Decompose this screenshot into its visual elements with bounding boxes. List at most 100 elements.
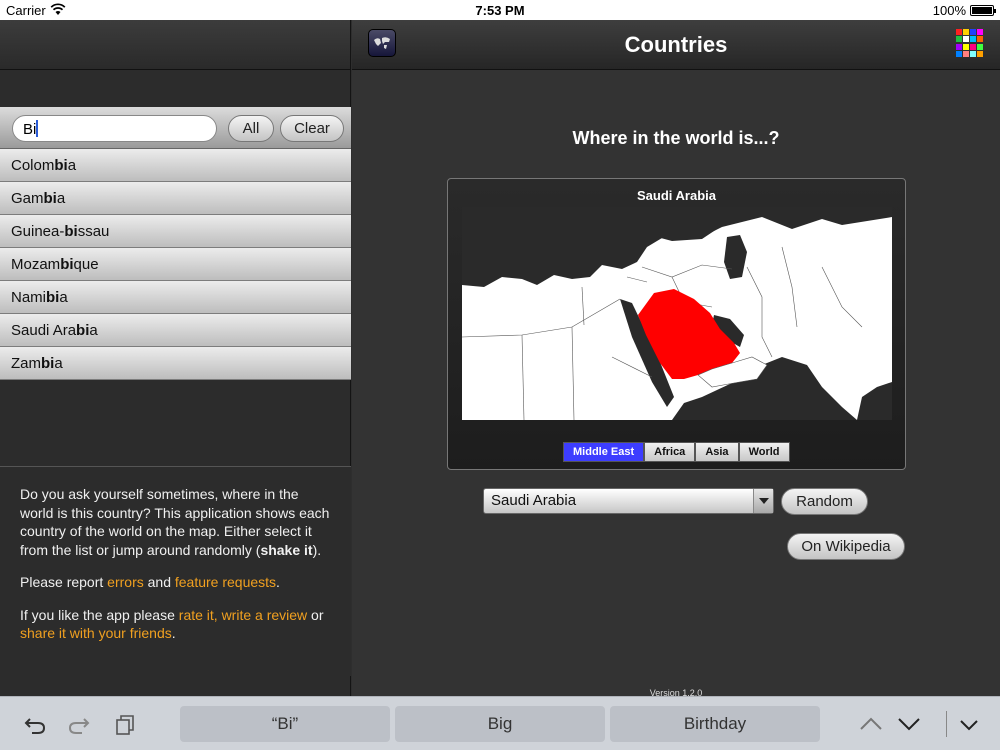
about-text-span: . xyxy=(276,574,280,590)
suggestion-2[interactable]: Big xyxy=(395,706,605,742)
main-navbar: Countries xyxy=(352,20,1000,70)
keyboard-shortcut-bar: “Bi” Big Birthday xyxy=(0,696,1000,750)
results-list: Colombia Gambia Guinea-bissau Mozambique… xyxy=(0,149,351,380)
share-link[interactable]: share it with your friends xyxy=(20,625,172,641)
list-item-text: Gam xyxy=(11,190,44,207)
suggestion-1[interactable]: “Bi” xyxy=(180,706,390,742)
country-dropdown-value: Saudi Arabia xyxy=(491,492,577,509)
battery-icon xyxy=(970,5,996,16)
list-item-text: ssau xyxy=(77,223,110,240)
battery-percent: 100% xyxy=(932,3,966,18)
clear-button[interactable]: Clear xyxy=(280,115,344,142)
undo-icon[interactable] xyxy=(22,711,48,737)
about-text-span: or xyxy=(307,606,324,623)
main-panel: Countries Where in the world is...? Saud… xyxy=(352,20,1000,698)
list-item-text: Nami xyxy=(11,289,47,306)
chevron-down-icon[interactable] xyxy=(896,711,922,737)
list-item-text: a xyxy=(89,322,98,339)
suggestion-3[interactable]: Birthday xyxy=(610,706,820,742)
status-bar: Carrier 7:53 PM 100% xyxy=(0,0,1000,20)
wikipedia-button[interactable]: On Wikipedia xyxy=(787,533,905,560)
errors-link[interactable]: errors xyxy=(107,574,144,590)
list-item-colombia[interactable]: Colombia xyxy=(0,149,351,182)
clock: 7:53 PM xyxy=(475,3,525,18)
search-input-value: Bi xyxy=(23,121,37,138)
color-cell xyxy=(970,29,976,35)
list-item-text: Mozam xyxy=(11,256,61,273)
color-cell xyxy=(977,36,983,43)
report-paragraph: Please report errors and feature request… xyxy=(20,573,331,592)
color-cell xyxy=(970,43,976,50)
about-text-span: . xyxy=(171,625,176,641)
color-cell xyxy=(963,36,969,43)
tab-middle-east[interactable]: Middle East xyxy=(563,442,645,462)
tab-africa[interactable]: Africa xyxy=(644,442,696,462)
question-heading: Where in the world is...? xyxy=(572,128,780,148)
color-cell xyxy=(977,29,983,35)
list-item-text: a xyxy=(67,157,77,174)
list-item-text: Zam xyxy=(11,355,41,372)
color-cell xyxy=(956,29,962,35)
color-cell xyxy=(977,43,983,50)
tab-world[interactable]: World xyxy=(738,442,790,462)
color-grid-icon[interactable] xyxy=(956,29,984,57)
list-item-text: Guinea- xyxy=(11,223,65,240)
color-cell xyxy=(963,29,969,35)
sidebar: Bi All Clear Colombia Gambia Guinea-biss… xyxy=(0,20,351,696)
list-item-match: bi xyxy=(43,190,57,207)
chevron-down-icon xyxy=(753,489,773,513)
chevron-up-icon[interactable] xyxy=(858,711,884,737)
list-item-match: bi xyxy=(60,256,74,273)
list-item-match: bi xyxy=(76,322,90,339)
map-panel: Saudi Arabia Middle East Africa Asia Wor… xyxy=(447,178,906,470)
region-segmented-control: Middle East Africa Asia World xyxy=(563,442,790,462)
list-item-text: a xyxy=(54,355,63,372)
about-text-span: and xyxy=(143,574,175,590)
search-input[interactable]: Bi xyxy=(12,115,217,142)
list-item-gambia[interactable]: Gambia xyxy=(0,182,351,215)
about-text-span: Please report xyxy=(20,574,108,590)
all-button[interactable]: All xyxy=(228,115,274,142)
redo-icon[interactable] xyxy=(66,711,92,737)
color-cell xyxy=(977,50,983,57)
region-map[interactable] xyxy=(462,207,892,420)
list-item-zambia[interactable]: Zambia xyxy=(0,347,351,380)
color-cell xyxy=(970,50,976,57)
list-item-text: que xyxy=(73,256,99,273)
page-title: Countries xyxy=(624,32,728,57)
map-graphic xyxy=(462,207,892,420)
about-text: Do you ask yourself sometimes, where in … xyxy=(0,466,351,676)
about-text-span: If you like the app please xyxy=(20,606,179,623)
text-caret xyxy=(36,120,39,137)
map-title: Saudi Arabia xyxy=(637,188,716,203)
color-cell xyxy=(963,50,969,57)
sidebar-navbar xyxy=(0,20,350,70)
country-dropdown[interactable]: Saudi Arabia xyxy=(483,488,774,514)
list-item-namibia[interactable]: Namibia xyxy=(0,281,351,314)
list-item-match: bi xyxy=(64,223,78,240)
rate-review-link[interactable]: rate it, write a review xyxy=(179,607,307,623)
tab-asia[interactable]: Asia xyxy=(695,442,739,462)
color-cell xyxy=(956,36,962,43)
list-item-match: bi xyxy=(46,289,60,306)
paste-icon[interactable] xyxy=(112,711,138,737)
about-paragraph: Do you ask yourself sometimes, where in … xyxy=(20,485,331,559)
list-item-saudi-arabia[interactable]: Saudi Arabia xyxy=(0,314,351,347)
color-cell xyxy=(956,50,962,57)
rate-paragraph: If you like the app please rate it, writ… xyxy=(20,606,331,643)
list-item-guinea-bissau[interactable]: Guinea-bissau xyxy=(0,215,351,248)
list-item-text: Saudi Ara xyxy=(11,322,77,339)
search-bar: Bi All Clear xyxy=(0,107,351,149)
list-item-mozambique[interactable]: Mozambique xyxy=(0,248,351,281)
list-item-match: bi xyxy=(54,157,68,174)
random-button[interactable]: Random xyxy=(781,488,868,515)
list-item-text: a xyxy=(56,190,66,207)
list-item-text: Colom xyxy=(11,157,55,174)
feature-requests-link[interactable]: feature requests xyxy=(175,574,276,590)
color-cell xyxy=(963,43,969,50)
divider xyxy=(946,711,947,737)
color-cell xyxy=(970,36,976,43)
keyboard-dismiss-icon[interactable] xyxy=(956,711,982,737)
color-cell xyxy=(956,43,962,50)
about-bold: shake it xyxy=(260,541,313,558)
